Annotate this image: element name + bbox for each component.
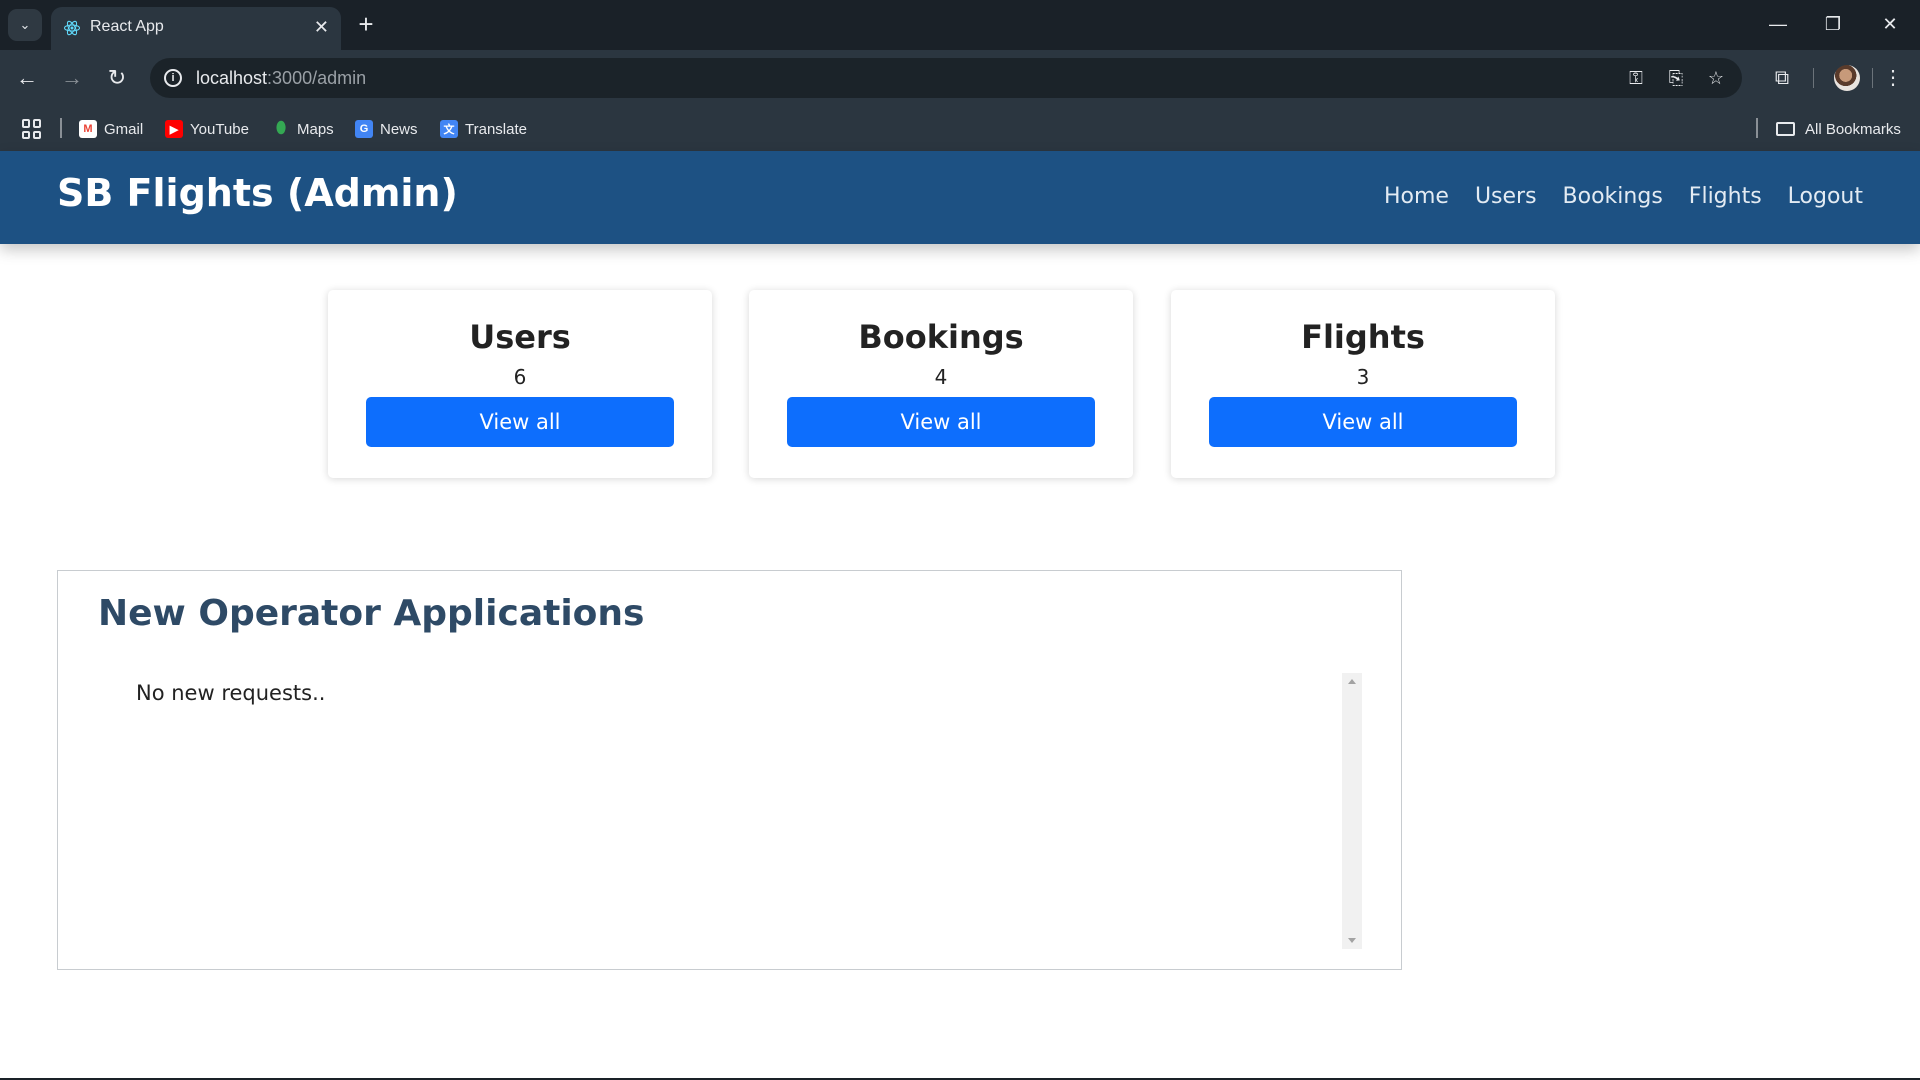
url-host: localhost xyxy=(196,68,268,88)
url-text[interactable]: localhost:3000/admin xyxy=(196,68,366,89)
forward-icon[interactable]: → xyxy=(57,63,87,93)
scroll-down-icon[interactable] xyxy=(1348,938,1356,943)
applications-list: No new requests.. xyxy=(98,671,1388,951)
card-title: Flights xyxy=(1301,318,1425,356)
browser-tab[interactable]: React App ✕ xyxy=(51,7,341,50)
card-title: Users xyxy=(469,318,571,356)
bookings-card: Bookings 4 View all xyxy=(749,290,1133,478)
nav-link-users[interactable]: Users xyxy=(1475,184,1537,209)
bookmark-youtube[interactable]: ▶ YouTube xyxy=(165,117,249,141)
all-bookmarks-button[interactable]: All Bookmarks xyxy=(1776,117,1901,141)
view-all-flights-button[interactable]: View all xyxy=(1209,397,1517,447)
brand-title: SB Flights (Admin) xyxy=(57,171,458,215)
bookmark-label: Maps xyxy=(297,120,334,138)
react-icon xyxy=(63,20,81,36)
card-count: 6 xyxy=(513,365,527,389)
tab-close-icon[interactable]: ✕ xyxy=(314,16,329,38)
address-bar[interactable]: i localhost:3000/admin ⚿ ⎘ ☆ xyxy=(150,58,1742,98)
all-bookmarks-label: All Bookmarks xyxy=(1805,120,1901,138)
tab-search-button[interactable]: ⌄ xyxy=(8,9,42,41)
password-key-icon[interactable]: ⚿ xyxy=(1623,66,1649,90)
bookmark-label: YouTube xyxy=(190,120,249,138)
toolbar-divider xyxy=(1872,68,1873,88)
bookmark-label: News xyxy=(380,120,418,138)
reload-icon[interactable]: ↻ xyxy=(102,63,132,93)
applications-title: New Operator Applications xyxy=(98,593,645,634)
restore-icon[interactable]: ❐ xyxy=(1811,10,1855,38)
card-title: Bookings xyxy=(858,318,1024,356)
empty-message: No new requests.. xyxy=(136,681,326,705)
bookmark-translate[interactable]: 文 Translate xyxy=(440,117,527,141)
bookmarks-divider xyxy=(60,118,62,138)
nav-link-flights[interactable]: Flights xyxy=(1689,184,1762,209)
close-window-icon[interactable]: ✕ xyxy=(1868,10,1912,38)
nav-link-logout[interactable]: Logout xyxy=(1788,184,1863,209)
apps-grid-icon[interactable] xyxy=(22,119,42,139)
profile-avatar[interactable] xyxy=(1834,65,1860,91)
toolbar-divider xyxy=(1813,68,1814,88)
url-path: :3000/admin xyxy=(267,68,367,88)
folder-icon xyxy=(1776,122,1795,136)
operator-applications-panel: New Operator Applications No new request… xyxy=(57,570,1402,970)
bookmark-star-icon[interactable]: ☆ xyxy=(1703,66,1729,90)
youtube-icon: ▶ xyxy=(165,120,183,138)
translate-icon: 文 xyxy=(440,120,458,138)
tab-title: React App xyxy=(90,18,164,35)
bookmark-gmail[interactable]: M Gmail xyxy=(79,117,143,141)
minimize-icon[interactable]: — xyxy=(1756,10,1800,38)
gmail-icon: M xyxy=(79,120,97,138)
bookmark-news[interactable]: G News xyxy=(355,117,418,141)
install-app-icon[interactable]: ⎘ xyxy=(1663,66,1689,90)
nav-link-home[interactable]: Home xyxy=(1384,184,1449,209)
users-card: Users 6 View all xyxy=(328,290,712,478)
bookmarks-bar: M Gmail ▶ YouTube ⬮ Maps G News 文 Transl… xyxy=(0,106,1920,151)
site-info-icon[interactable]: i xyxy=(164,69,182,87)
menu-kebab-icon[interactable]: ⋮ xyxy=(1878,63,1908,93)
back-icon[interactable]: ← xyxy=(12,63,42,93)
scroll-up-icon[interactable] xyxy=(1348,679,1356,684)
view-all-users-button[interactable]: View all xyxy=(366,397,674,447)
extensions-icon[interactable]: ⧉ xyxy=(1767,63,1797,93)
nav-links: Home Users Bookings Flights Logout xyxy=(1384,184,1863,209)
new-tab-icon[interactable]: + xyxy=(352,10,380,38)
bookmark-label: Gmail xyxy=(104,120,144,138)
scrollbar[interactable] xyxy=(1342,673,1362,949)
admin-navbar: SB Flights (Admin) Home Users Bookings F… xyxy=(0,151,1920,244)
card-count: 3 xyxy=(1356,365,1370,389)
bookmarks-divider xyxy=(1756,118,1758,138)
flights-card: Flights 3 View all xyxy=(1171,290,1555,478)
bookmark-label: Translate xyxy=(465,120,527,138)
maps-icon: ⬮ xyxy=(275,120,287,137)
nav-link-bookings[interactable]: Bookings xyxy=(1563,184,1663,209)
browser-toolbar: ← → ↻ i localhost:3000/admin ⚿ ⎘ ☆ ⧉ ⋮ xyxy=(0,50,1920,106)
view-all-bookings-button[interactable]: View all xyxy=(787,397,1095,447)
card-count: 4 xyxy=(934,365,948,389)
news-icon: G xyxy=(355,120,373,138)
bookmark-maps[interactable]: ⬮ Maps xyxy=(272,117,334,141)
browser-tab-strip: ⌄ React App ✕ + — ❐ ✕ xyxy=(0,0,1920,50)
